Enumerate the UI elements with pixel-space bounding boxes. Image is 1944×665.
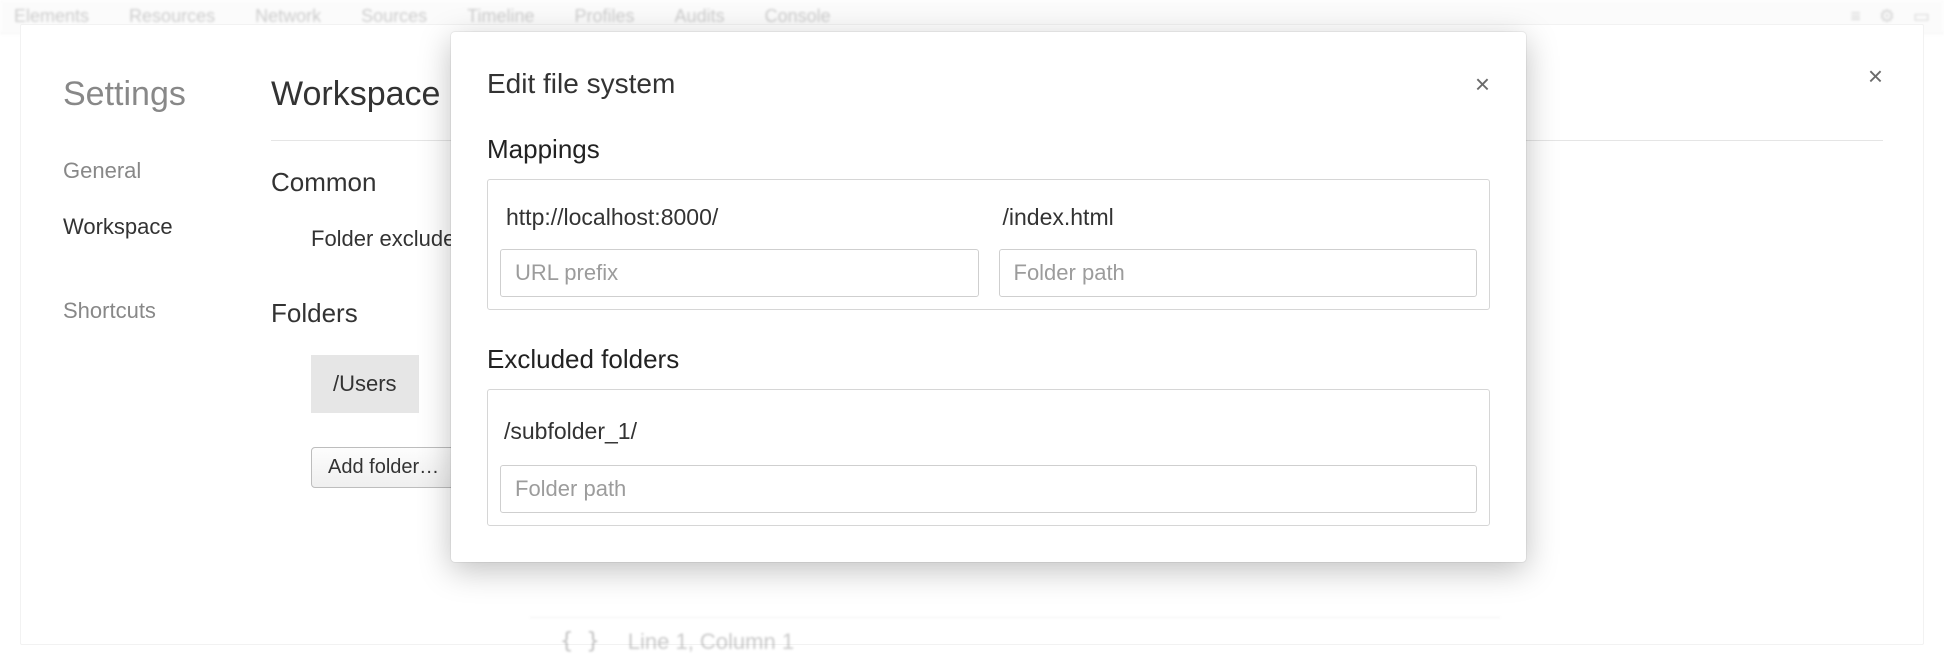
- pretty-print-icon: { }: [560, 629, 600, 654]
- folder-entry[interactable]: /Users: [311, 355, 419, 413]
- status-bar: { } Line 1, Column 1: [530, 617, 1500, 665]
- settings-nav-workspace[interactable]: Workspace: [63, 214, 241, 240]
- mapping-url: http://localhost:8000/: [502, 204, 979, 231]
- mapping-path: /index.html: [999, 204, 1476, 231]
- settings-nav-general[interactable]: General: [63, 158, 241, 184]
- add-folder-button[interactable]: Add folder…: [311, 447, 456, 488]
- mappings-heading: Mappings: [487, 134, 1490, 165]
- dialog-title: Edit file system: [487, 68, 675, 100]
- close-icon[interactable]: ×: [1475, 71, 1490, 97]
- excluded-folder-input[interactable]: [500, 465, 1477, 513]
- mappings-box: http://localhost:8000/ /index.html: [487, 179, 1490, 310]
- excluded-folder-row[interactable]: /subfolder_1/: [500, 400, 1477, 465]
- cursor-position: Line 1, Column 1: [628, 629, 794, 655]
- edit-file-system-dialog: Edit file system × Mappings http://local…: [451, 32, 1526, 562]
- excluded-heading: Excluded folders: [487, 344, 1490, 375]
- settings-title: Settings: [63, 75, 241, 114]
- mapping-row[interactable]: http://localhost:8000/ /index.html: [500, 190, 1477, 249]
- excluded-box: /subfolder_1/: [487, 389, 1490, 526]
- url-prefix-input[interactable]: [500, 249, 979, 297]
- settings-sidebar: Settings General Workspace Shortcuts: [21, 25, 241, 644]
- settings-nav-shortcuts[interactable]: Shortcuts: [63, 298, 241, 324]
- folder-path-input[interactable]: [999, 249, 1478, 297]
